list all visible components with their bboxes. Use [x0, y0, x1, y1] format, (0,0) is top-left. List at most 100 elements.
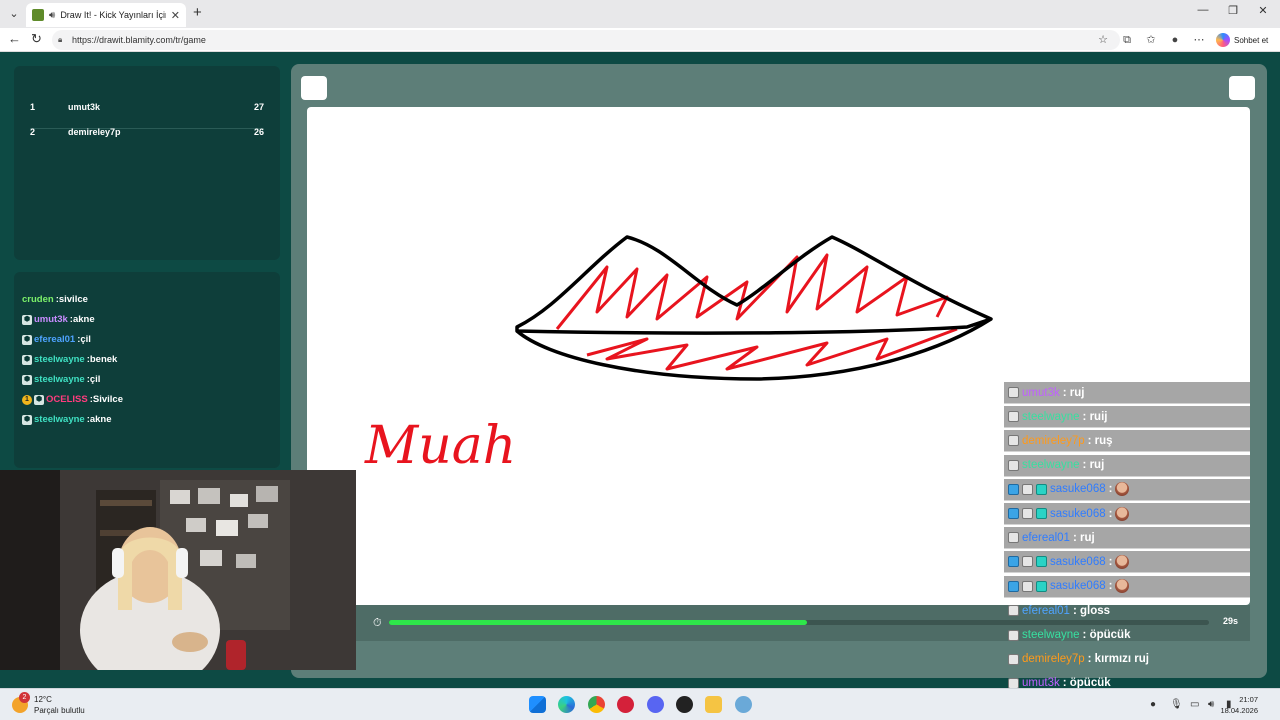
volume-icon[interactable]: 🔊︎	[1208, 699, 1214, 710]
chat-username[interactable]: umut3k	[34, 314, 68, 325]
gift-badge-icon	[1008, 532, 1019, 544]
new-tab-button[interactable]: +	[193, 4, 202, 21]
chat-username[interactable]: cruden	[22, 294, 54, 305]
stream-chat-line: sasuke068:	[1004, 551, 1250, 574]
stream-chat-message: : ruj	[1082, 459, 1105, 472]
subscriber-badge-icon	[1036, 556, 1047, 568]
gift-badge-icon	[1008, 387, 1019, 398]
windows-taskbar: 2 12°C Parçalı bulutlu ● 🎙︎ ▭ 🔊︎ ▮ 21:07…	[0, 688, 1280, 720]
stopwatch-icon: ⏱	[373, 617, 382, 629]
stream-chat-line: sasuke068:	[1004, 575, 1250, 598]
guess-chat-line: ⬢ steelwayne:çil	[22, 374, 100, 385]
guess-chat-line: ⬢ umut3k:akne	[22, 314, 95, 325]
restore-icon[interactable]: ❐	[1218, 4, 1248, 17]
copilot-button[interactable]: Sohbet et	[1216, 33, 1268, 47]
canvas-right-button[interactable]	[1229, 76, 1255, 100]
favorite-star-icon[interactable]: ☆	[1096, 33, 1110, 47]
discord-icon[interactable]	[647, 696, 664, 713]
stream-chat-username: sasuke068	[1050, 580, 1106, 593]
gift-badge-icon	[1008, 459, 1019, 471]
browser-tab-bar: ⌄ 🔊︎ Draw It! - Kick Yayınları İçin Ç ✕ …	[0, 0, 1280, 28]
refresh-icon[interactable]: ↻	[31, 31, 42, 47]
stream-chat-message: :	[1108, 483, 1113, 496]
weather-widget[interactable]: 2 12°C Parçalı bulutlu	[12, 692, 85, 716]
gift-badge-icon: ⬢	[22, 354, 32, 365]
guess-chat-panel: cruden:sivilce ⬢ umut3k:akne ⬢ efereal01:çil…	[14, 272, 280, 468]
chat-message: :Sivilce	[89, 394, 123, 405]
gift-badge-icon	[1008, 653, 1019, 665]
tab-actions-icon[interactable]: ⌄	[6, 6, 22, 22]
browser-tab[interactable]: 🔊︎ Draw It! - Kick Yayınları İçin Ç ✕	[26, 3, 186, 27]
gift-badge-icon: ⬢	[22, 314, 32, 325]
file-explorer-icon[interactable]	[705, 696, 722, 713]
start-icon[interactable]	[529, 696, 546, 713]
chat-message: :benek	[86, 354, 118, 365]
stream-chat-message: : ruij	[1082, 410, 1108, 423]
stream-chat-message: :	[1108, 507, 1113, 520]
stream-chat-message: : ruj	[1072, 531, 1095, 544]
gift-badge-icon	[1022, 483, 1033, 495]
edge-icon[interactable]	[558, 696, 575, 713]
stream-chat-username: efereal01	[1022, 531, 1070, 544]
subscriber-badge-icon	[1036, 580, 1047, 592]
chat-username[interactable]: steelwayne	[34, 354, 85, 365]
chat-message: :çil	[77, 334, 91, 345]
chat-username[interactable]: steelwayne	[34, 414, 85, 425]
tab-title: Draw It! - Kick Yayınları İçin Ç	[60, 10, 166, 20]
clock-time: 21:07	[1239, 695, 1258, 704]
settings-icon[interactable]	[735, 696, 752, 713]
handwriting-text: Muah	[364, 416, 516, 476]
obs-icon[interactable]	[676, 696, 693, 713]
close-tab-icon[interactable]: ✕	[171, 9, 180, 22]
address-toolbar: ← ↻ 🔒︎ https://drawit.blamity.com/tr/gam…	[0, 28, 1280, 52]
notification-badge: 2	[19, 692, 30, 703]
extensions-icon[interactable]: ⧉	[1120, 33, 1134, 47]
canvas-left-button[interactable]	[301, 76, 327, 100]
stream-chat-line: efereal01: gloss	[1004, 600, 1250, 622]
moderator-badge-icon	[1008, 483, 1019, 495]
clock-date: 18.04.2026	[1220, 706, 1258, 715]
leaderboard-rank: 2	[30, 127, 36, 137]
chat-message: :çil	[86, 374, 101, 385]
close-window-icon[interactable]: ✕	[1248, 4, 1278, 17]
stream-chat-username: demireley7p	[1022, 653, 1085, 666]
stream-chat-username: efereal01	[1022, 604, 1070, 617]
guess-chat-line: cruden:sivilce	[22, 294, 88, 305]
site-info-icon[interactable]: 🔒︎	[58, 30, 62, 50]
tray-dot-icon[interactable]: ●	[1150, 699, 1156, 710]
stream-chat-message: : öpücük	[1082, 629, 1131, 641]
timer-progress-fill	[389, 620, 808, 625]
minimize-icon[interactable]: —	[1188, 4, 1218, 16]
microphone-icon[interactable]: 🎙︎	[1170, 699, 1183, 710]
gift-badge-icon: ⬢	[34, 394, 44, 405]
stream-chat-username: sasuke068	[1050, 507, 1106, 520]
stream-chat-username: umut3k	[1022, 386, 1060, 399]
guess-chat-line: ⬢ steelwayne:benek	[22, 354, 117, 365]
chat-message: :sivilce	[55, 294, 88, 305]
profile-icon[interactable]: ●	[1168, 33, 1182, 47]
stream-chat-username: demireley7p	[1022, 434, 1085, 447]
chat-username[interactable]: steelwayne	[34, 374, 85, 385]
gift-badge-icon: ⬢	[22, 374, 32, 385]
stream-chat-username: steelwayne	[1022, 410, 1080, 423]
lips-outline-upper	[515, 235, 993, 335]
copilot-label: Sohbet et	[1234, 35, 1269, 45]
chat-username[interactable]: efereal01	[34, 334, 75, 345]
favorites-icon[interactable]: ✩	[1144, 33, 1158, 47]
stream-chat-line: sasuke068:	[1004, 478, 1250, 501]
gift-badge-icon	[1008, 435, 1019, 447]
temperature: 12°C	[34, 695, 52, 704]
gift-badge-icon: ⬢	[22, 414, 32, 425]
chrome-icon[interactable]	[588, 696, 605, 713]
app-red-icon[interactable]	[617, 696, 634, 713]
back-icon[interactable]: ←	[8, 31, 21, 46]
chat-username[interactable]: OCELISS	[46, 394, 88, 405]
leaderboard-row: 1 umut3k 27	[30, 102, 264, 120]
speaker-icon[interactable]: 🔊︎	[49, 10, 55, 21]
system-clock[interactable]: 21:07 18.04.2026	[1220, 694, 1258, 716]
network-icon[interactable]: ▭	[1190, 699, 1199, 710]
url-text: https://drawit.blamity.com/tr/game	[72, 35, 206, 45]
emote-icon	[1115, 579, 1130, 594]
more-menu-icon[interactable]: ⋯	[1192, 33, 1206, 47]
url-field[interactable]: 🔒︎ https://drawit.blamity.com/tr/game	[52, 30, 1120, 50]
